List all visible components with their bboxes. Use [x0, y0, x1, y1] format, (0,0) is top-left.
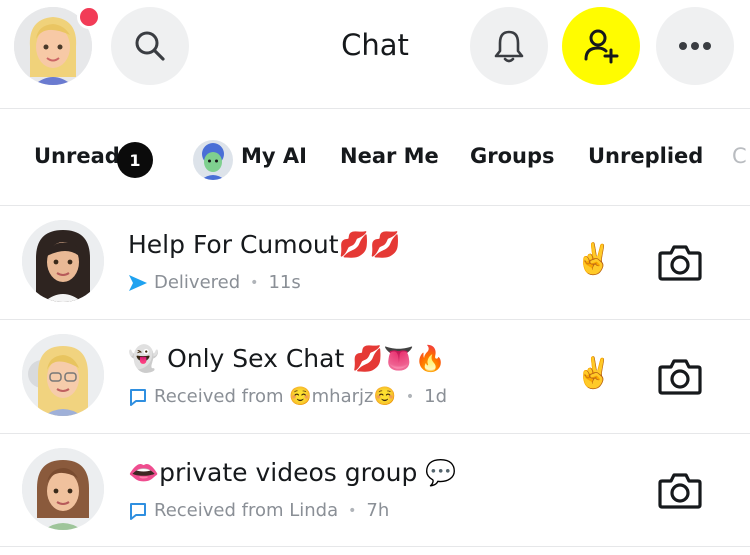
camera-icon [658, 359, 702, 395]
search-icon [135, 31, 165, 61]
chat-avatar [22, 220, 104, 302]
friend-emoji: ✌️ [575, 356, 613, 391]
chat-name: Help For Cumout💋💋 [128, 230, 401, 259]
chat-status: Delivered • 11s [128, 272, 301, 293]
camera-reply-button[interactable] [656, 238, 704, 286]
tab-unreplied[interactable]: Unreplied [588, 144, 703, 168]
chat-avatar [22, 448, 104, 530]
separator-dot: • [250, 274, 259, 291]
chat-name: 👻 Only Sex Chat 💋👅🔥 [128, 344, 446, 373]
status-text: Delivered [154, 272, 241, 293]
top-bar: Chat [0, 0, 750, 100]
chat-status: Received from Linda • 7h [128, 500, 389, 521]
status-time: 1d [424, 386, 448, 407]
my-ai-avatar [193, 140, 233, 180]
tab-unread[interactable]: Unread [34, 144, 120, 168]
separator-dot: • [405, 388, 415, 405]
delivered-arrow-icon [128, 273, 148, 293]
notification-dot [77, 5, 101, 29]
camera-icon [658, 245, 702, 281]
header-divider [0, 108, 750, 109]
tab-groups[interactable]: Groups [470, 144, 555, 168]
bell-icon [494, 30, 524, 63]
status-time: 11s [268, 272, 301, 293]
status-text: Received from ☺️mharjz☺️ [154, 386, 396, 407]
chat-row[interactable]: Help For Cumout💋💋 Delivered • 11s ✌️ [0, 206, 750, 319]
status-text: Received from Linda [154, 500, 339, 521]
chat-name: 👄private videos group 💬 [128, 458, 457, 487]
separator-dot: • [348, 502, 357, 519]
tab-my-ai[interactable]: My AI [241, 144, 307, 168]
add-friend-icon [584, 29, 619, 64]
chat-row[interactable]: 👻 Only Sex Chat 💋👅🔥 Received from ☺️mhar… [0, 320, 750, 433]
chat-row[interactable]: 👄private videos group 💬 Received from Li… [0, 434, 750, 547]
add-friend-button[interactable] [562, 7, 640, 85]
profile-avatar-button[interactable] [14, 5, 101, 85]
chat-avatar [22, 334, 104, 416]
more-options-button[interactable] [656, 7, 734, 85]
friend-emoji: ✌️ [575, 242, 613, 277]
tab-near-me[interactable]: Near Me [340, 144, 439, 168]
page-title: Chat [341, 28, 409, 62]
camera-reply-button[interactable] [656, 466, 704, 514]
received-chat-icon [128, 387, 148, 407]
camera-icon [658, 473, 702, 509]
notifications-button[interactable] [470, 7, 548, 85]
status-time: 7h [366, 500, 390, 521]
more-icon [679, 42, 711, 50]
filter-tabs: Unread 1 My AI Near Me Groups Unreplied … [0, 128, 750, 188]
search-button[interactable] [111, 7, 189, 85]
row-divider [0, 546, 750, 547]
tab-partial[interactable]: C [732, 144, 747, 168]
unread-count-badge: 1 [117, 142, 153, 178]
chat-status: Received from ☺️mharjz☺️ • 1d [128, 386, 447, 407]
received-chat-icon [128, 501, 148, 521]
camera-reply-button[interactable] [656, 352, 704, 400]
